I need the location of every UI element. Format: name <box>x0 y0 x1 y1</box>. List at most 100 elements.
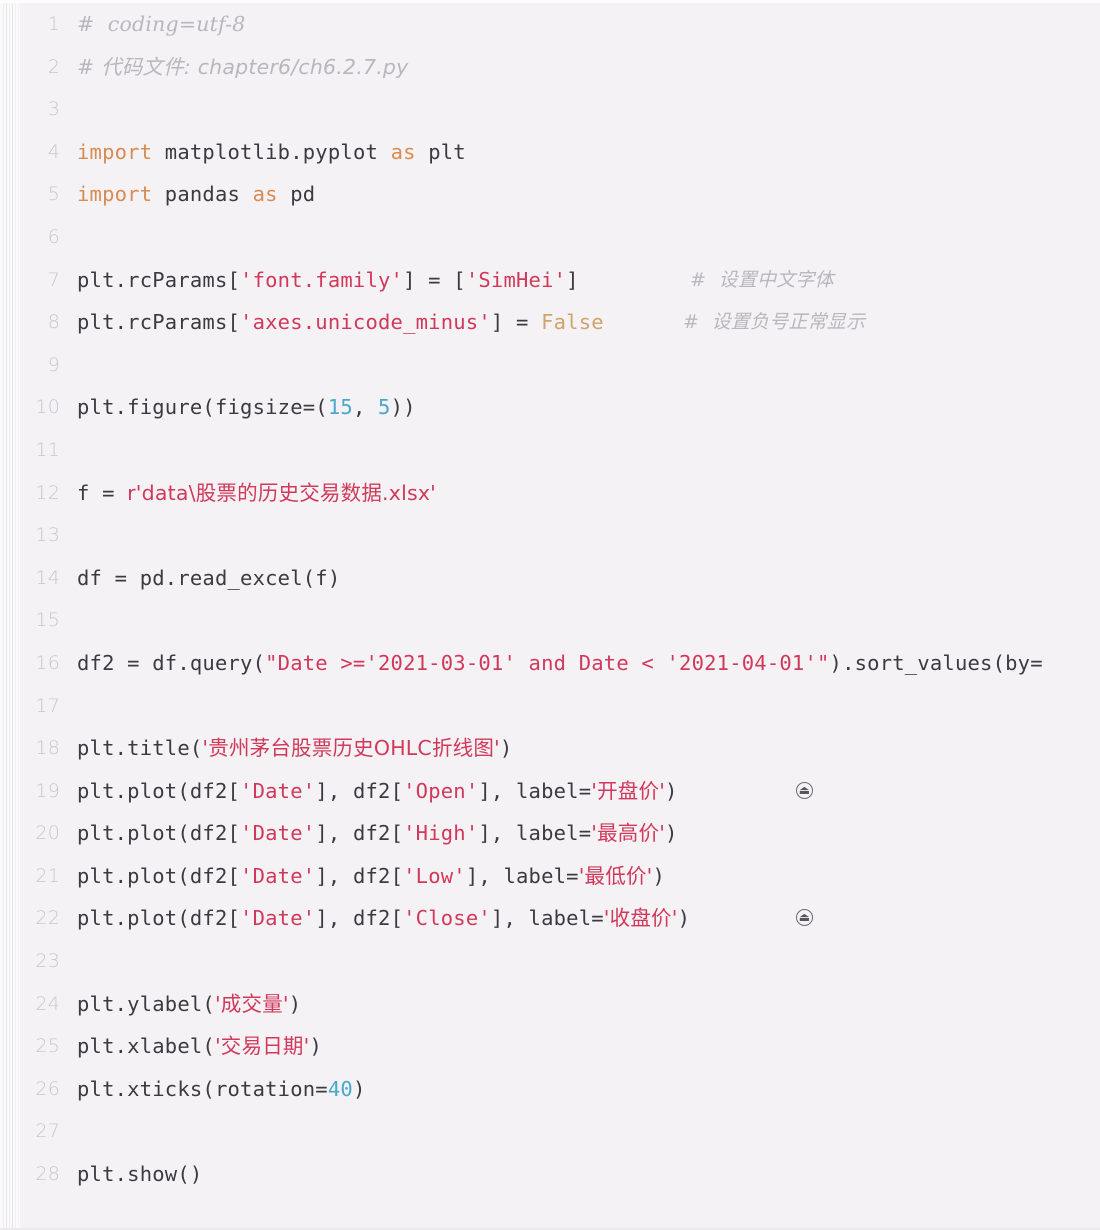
token-plain: ) <box>652 863 666 888</box>
token-kw: import <box>77 182 153 207</box>
code-line[interactable]: 27 <box>20 1110 1100 1153</box>
code-line[interactable]: 9 <box>20 344 1100 387</box>
code-line[interactable]: 24 plt.ylabel('成交量') <box>20 983 1100 1026</box>
token-plain: ], label= <box>478 821 592 846</box>
code-editor[interactable]: 1 # coding=utf-8 2 # 代码文件: chapter6/ch6.2.7… <box>0 0 1100 1230</box>
code-line[interactable]: 25 plt.xlabel('交易日期') <box>20 1025 1100 1068</box>
code-line[interactable]: 12 f = r'data\股票的历史交易数据.xlsx' <box>20 472 1100 515</box>
token-str: '交易日期' <box>214 1034 310 1059</box>
code-line-text: plt.rcParams['font.family'] = ['SimHei'] <box>77 259 579 302</box>
code-line[interactable]: 21 plt.plot(df2['Date'], df2['Low'], labe… <box>20 855 1100 898</box>
token-plain: plt.plot(df2[ <box>77 821 241 846</box>
page-edge-strip <box>0 3 20 1228</box>
line-number: 19 <box>35 779 60 802</box>
token-str: "Date >='2021-03-01' and Date < '2021-04… <box>265 650 830 675</box>
token-plain: plt.title( <box>77 736 203 761</box>
code-line[interactable]: 20 plt.plot(df2['Date'], df2['High'], lab… <box>20 812 1100 855</box>
code-line[interactable]: 14 df = pd.read_excel(f) <box>20 557 1100 600</box>
token-str: '收盘价' <box>603 906 678 931</box>
token-plain: ], label= <box>478 778 592 803</box>
line-number: 27 <box>35 1120 60 1143</box>
code-line[interactable]: 2 # 代码文件: chapter6/ch6.2.7.py <box>20 46 1100 89</box>
code-line[interactable]: 11 <box>20 429 1100 472</box>
code-line[interactable]: 10 plt.figure(figsize=(15, 5)) <box>20 386 1100 429</box>
line-number: 5 <box>47 183 60 206</box>
code-line[interactable]: 1 # coding=utf-8 <box>20 3 1100 46</box>
code-line[interactable]: 22 plt.plot(df2['Date'], df2['Close'], la… <box>20 897 1100 940</box>
code-line[interactable]: 15 <box>20 599 1100 642</box>
token-plain: ) <box>352 1076 366 1101</box>
code-line-text: plt.figure(figsize=(15, 5)) <box>77 386 416 429</box>
line-number: 28 <box>35 1163 60 1186</box>
code-line[interactable]: 17 <box>20 685 1100 728</box>
code-line[interactable]: 4 import matplotlib.pyplot as plt <box>20 131 1100 174</box>
inline-comment: # 设置中文字体 <box>690 268 834 291</box>
eject-marker-icon[interactable]: ⏏ <box>796 781 813 799</box>
line-number: 1 <box>47 13 60 35</box>
code-line-text: df2 = df.query("Date >='2021-03-01' and … <box>77 642 1043 685</box>
code-line-text: plt.xlabel('交易日期') <box>77 1025 322 1068</box>
token-const: False <box>541 310 604 335</box>
token-plain: pd <box>277 182 316 207</box>
line-number: 26 <box>35 1077 60 1100</box>
code-line-text: plt.title('贵州茅台股票历史OHLC折线图') <box>77 727 512 770</box>
token-num: 15 <box>327 395 353 420</box>
line-number: 17 <box>35 694 60 717</box>
inline-comment: # 设置负号正常显示 <box>683 311 866 334</box>
token-comment: # coding=utf-8 <box>77 12 246 36</box>
token-plain: ], df2[ <box>315 863 404 888</box>
token-str: 'Close' <box>403 906 491 931</box>
code-line[interactable]: 16 df2 = df.query("Date >='2021-03-01' an… <box>20 642 1100 685</box>
code-line[interactable]: 6 <box>20 216 1100 259</box>
code-content[interactable]: 1 # coding=utf-8 2 # 代码文件: chapter6/ch6.2.7… <box>20 3 1100 1228</box>
edge-rule <box>12 3 13 1228</box>
code-line[interactable]: 8 plt.rcParams['axes.unicode_minus'] = Fa… <box>20 301 1100 344</box>
edge-rule <box>6 3 7 1228</box>
code-line-text: df = pd.read_excel(f) <box>77 557 340 600</box>
code-line-text: plt.xticks(rotation=40) <box>77 1068 365 1111</box>
code-line[interactable]: 5 import pandas as pd <box>20 173 1100 216</box>
token-str: '贵州茅台股票历史OHLC折线图' <box>202 736 500 761</box>
code-line[interactable]: 18 plt.title('贵州茅台股票历史OHLC折线图') <box>20 727 1100 770</box>
code-line[interactable]: 23 <box>20 940 1100 983</box>
token-plain: df = pd.read_excel(f) <box>77 565 341 590</box>
token-plain: plt.rcParams[ <box>77 310 241 335</box>
token-plain: )) <box>390 395 416 420</box>
line-number: 14 <box>35 566 60 589</box>
code-line[interactable]: 26 plt.xticks(rotation=40) <box>20 1068 1100 1111</box>
edge-rule <box>9 3 10 1228</box>
token-plain: ] <box>566 267 579 292</box>
code-line-text: plt.plot(df2['Date'], df2['Low'], label=… <box>77 855 665 898</box>
code-line[interactable]: 7 plt.rcParams['font.family'] = ['SimHei'… <box>20 259 1100 302</box>
token-plain: plt.plot(df2[ <box>77 906 241 931</box>
code-line[interactable]: 13 <box>20 514 1100 557</box>
token-plain: f = <box>77 480 128 505</box>
code-line[interactable]: 28 plt.show() <box>20 1153 1100 1196</box>
eject-marker-icon[interactable]: ⏏ <box>796 909 813 927</box>
code-line-text: # coding=utf-8 <box>77 3 245 46</box>
token-plain: plt.plot(df2[ <box>77 863 241 888</box>
token-plain: ], df2[ <box>315 906 404 931</box>
code-line-text: plt.ylabel('成交量') <box>77 983 301 1026</box>
code-line-text: import matplotlib.pyplot as plt <box>77 131 466 174</box>
line-number: 24 <box>35 992 60 1015</box>
line-number: 15 <box>35 609 60 632</box>
token-plain: ) <box>499 736 513 761</box>
token-plain: ], label= <box>490 906 604 931</box>
code-line[interactable]: 19 plt.plot(df2['Date'], df2['Open'], lab… <box>20 770 1100 813</box>
code-line-text: plt.plot(df2['Date'], df2['High'], label… <box>77 812 678 855</box>
token-str: 'font.family' <box>240 267 404 292</box>
line-number: 9 <box>47 353 60 376</box>
token-kw: import <box>77 139 153 164</box>
edge-rule <box>18 3 19 1228</box>
token-num: 40 <box>327 1076 353 1101</box>
token-plain: ).sort_values(by= <box>829 650 1043 675</box>
token-plain: plt.xticks(rotation= <box>77 1076 328 1101</box>
token-str: 'Date' <box>240 863 316 888</box>
code-line-text: plt.plot(df2['Date'], df2['Close'], labe… <box>77 897 690 940</box>
code-line[interactable]: 3 <box>20 88 1100 131</box>
code-line-text: plt.plot(df2['Date'], df2['Open'], label… <box>77 770 678 813</box>
line-number: 4 <box>47 140 60 163</box>
token-plain: matplotlib.pyplot <box>152 139 391 164</box>
line-number: 18 <box>35 737 60 760</box>
